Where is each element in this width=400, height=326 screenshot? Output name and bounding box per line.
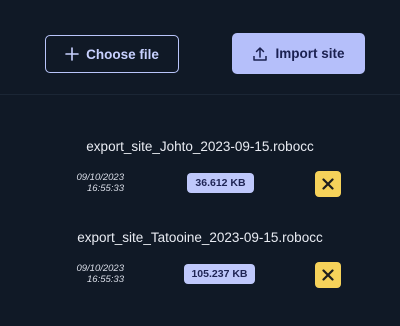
choose-file-label: Choose file [86, 46, 159, 62]
import-site-button[interactable]: Import site [232, 33, 365, 74]
file-name: export_site_Tatooine_2023-09-15.robocc [77, 230, 323, 245]
import-site-label: Import site [275, 46, 345, 61]
plus-icon [65, 47, 79, 61]
close-icon [322, 178, 334, 190]
file-name: export_site_Johto_2023-09-15.robocc [86, 139, 314, 154]
upload-icon [252, 46, 268, 62]
file-size-badge: 105.237 KB [184, 264, 255, 284]
file-time: 16:55:33 [87, 274, 124, 285]
file-date: 09/10/2023 [76, 172, 124, 183]
import-toolbar: Choose file Import site [0, 0, 400, 95]
file-time: 16:55:33 [87, 183, 124, 194]
close-icon [322, 269, 334, 281]
remove-file-button[interactable] [315, 262, 341, 288]
import-panel: Choose file Import site export_site_Joht… [0, 0, 400, 326]
file-timestamp: 09/10/2023 16:55:33 [46, 172, 124, 194]
remove-file-button[interactable] [315, 171, 341, 197]
file-timestamp: 09/10/2023 16:55:33 [46, 263, 124, 285]
file-size-badge: 36.612 KB [187, 173, 254, 193]
choose-file-button[interactable]: Choose file [45, 35, 179, 73]
file-date: 09/10/2023 [76, 263, 124, 274]
